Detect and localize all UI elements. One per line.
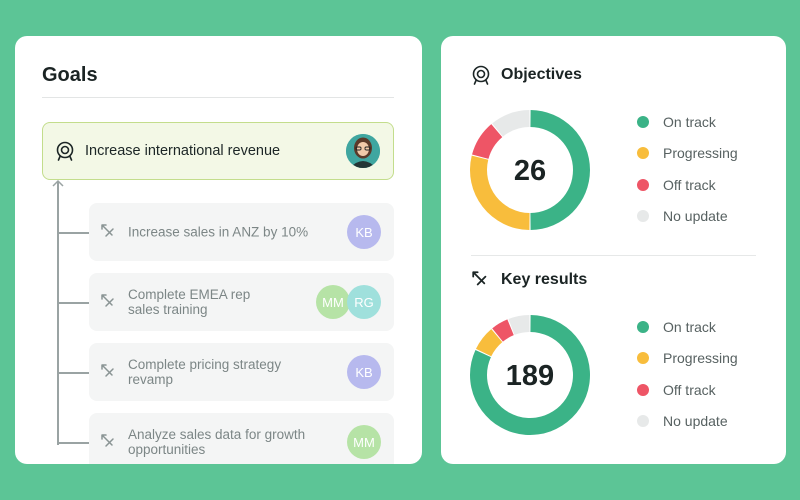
- avatar[interactable]: KB: [347, 355, 381, 389]
- no-update-dot: [637, 210, 649, 223]
- progressing-dot: [637, 352, 649, 365]
- key-results-title: Key results: [501, 271, 588, 288]
- objectives-total: 26: [514, 155, 546, 187]
- off-track-dot: [637, 178, 649, 191]
- tree-branch: [57, 302, 89, 304]
- objectives-legend: On track Progressing Off track No update: [637, 106, 738, 232]
- goals-divider: [42, 97, 394, 98]
- legend-item-progressing: Progressing: [637, 138, 738, 170]
- objectives-header: Objectives: [471, 65, 582, 85]
- goals-card: Goals Increase international revenue Inc…: [15, 36, 422, 464]
- key-result-icon: [101, 434, 114, 447]
- section-divider: [471, 255, 756, 256]
- no-update-dot: [637, 415, 649, 428]
- key-result-icon: [101, 224, 114, 237]
- off-track-dot: [637, 383, 649, 396]
- tree-branch: [57, 232, 89, 234]
- legend-label: Progressing: [663, 350, 738, 367]
- legend-label: On track: [663, 318, 716, 335]
- parent-goal-item[interactable]: Increase international revenue: [42, 122, 394, 180]
- avatar[interactable]: RG: [347, 285, 381, 319]
- avatar-portrait-icon: [346, 134, 380, 168]
- key-result-label: Analyze sales data for growth opportunit…: [128, 427, 306, 457]
- legend-label: Off track: [663, 381, 716, 398]
- legend-label: No update: [663, 413, 728, 430]
- legend-item-no-update: No update: [637, 406, 738, 438]
- legend-label: Progressing: [663, 145, 738, 162]
- key-result-item[interactable]: Increase sales in ANZ by 10% KB: [89, 203, 394, 261]
- key-result-item[interactable]: Analyze sales data for growth opportunit…: [89, 413, 394, 464]
- target-icon: [472, 65, 490, 85]
- objectives-title: Objectives: [501, 66, 582, 83]
- avatar[interactable]: MM: [316, 285, 350, 319]
- on-track-dot: [637, 115, 649, 128]
- legend-item-off-track: Off track: [637, 374, 738, 406]
- avatar[interactable]: MM: [347, 425, 381, 459]
- owner-avatar[interactable]: [346, 134, 380, 168]
- key-result-item[interactable]: Complete EMEA rep sales training MM RG: [89, 273, 394, 331]
- on-track-dot: [637, 320, 649, 333]
- stats-card: Objectives 26 On track Progressing Off t…: [441, 36, 786, 464]
- legend-item-progressing: Progressing: [637, 343, 738, 375]
- progressing-dot: [637, 147, 649, 160]
- key-results-legend: On track Progressing Off track No update: [637, 311, 738, 437]
- tree-branch: [57, 442, 89, 444]
- key-result-item[interactable]: Complete pricing strategy revamp KB: [89, 343, 394, 401]
- objectives-donut-chart: 26: [470, 110, 591, 230]
- legend-item-on-track: On track: [637, 106, 738, 138]
- key-results-donut-chart: 189: [470, 315, 590, 435]
- key-result-icon: [472, 271, 487, 286]
- target-icon: [56, 141, 74, 161]
- legend-item-off-track: Off track: [637, 169, 738, 201]
- tree-branch: [57, 372, 89, 374]
- key-result-icon: [101, 294, 114, 307]
- key-results-header: Key results: [471, 270, 587, 290]
- key-result-label: Complete pricing strategy revamp: [128, 357, 282, 387]
- legend-item-no-update: No update: [637, 201, 738, 233]
- parent-goal-label: Increase international revenue: [85, 143, 281, 159]
- key-results-total: 189: [506, 360, 554, 392]
- key-result-label: Complete EMEA rep sales training: [128, 287, 251, 317]
- avatar[interactable]: KB: [347, 215, 381, 249]
- legend-label: Off track: [663, 176, 716, 193]
- key-result-icon: [101, 364, 114, 377]
- goals-title: Goals: [42, 64, 98, 86]
- tree-connector-line: [57, 181, 59, 445]
- legend-label: On track: [663, 113, 716, 130]
- legend-label: No update: [663, 208, 728, 225]
- key-result-label: Increase sales in ANZ by 10%: [128, 224, 309, 240]
- legend-item-on-track: On track: [637, 311, 738, 343]
